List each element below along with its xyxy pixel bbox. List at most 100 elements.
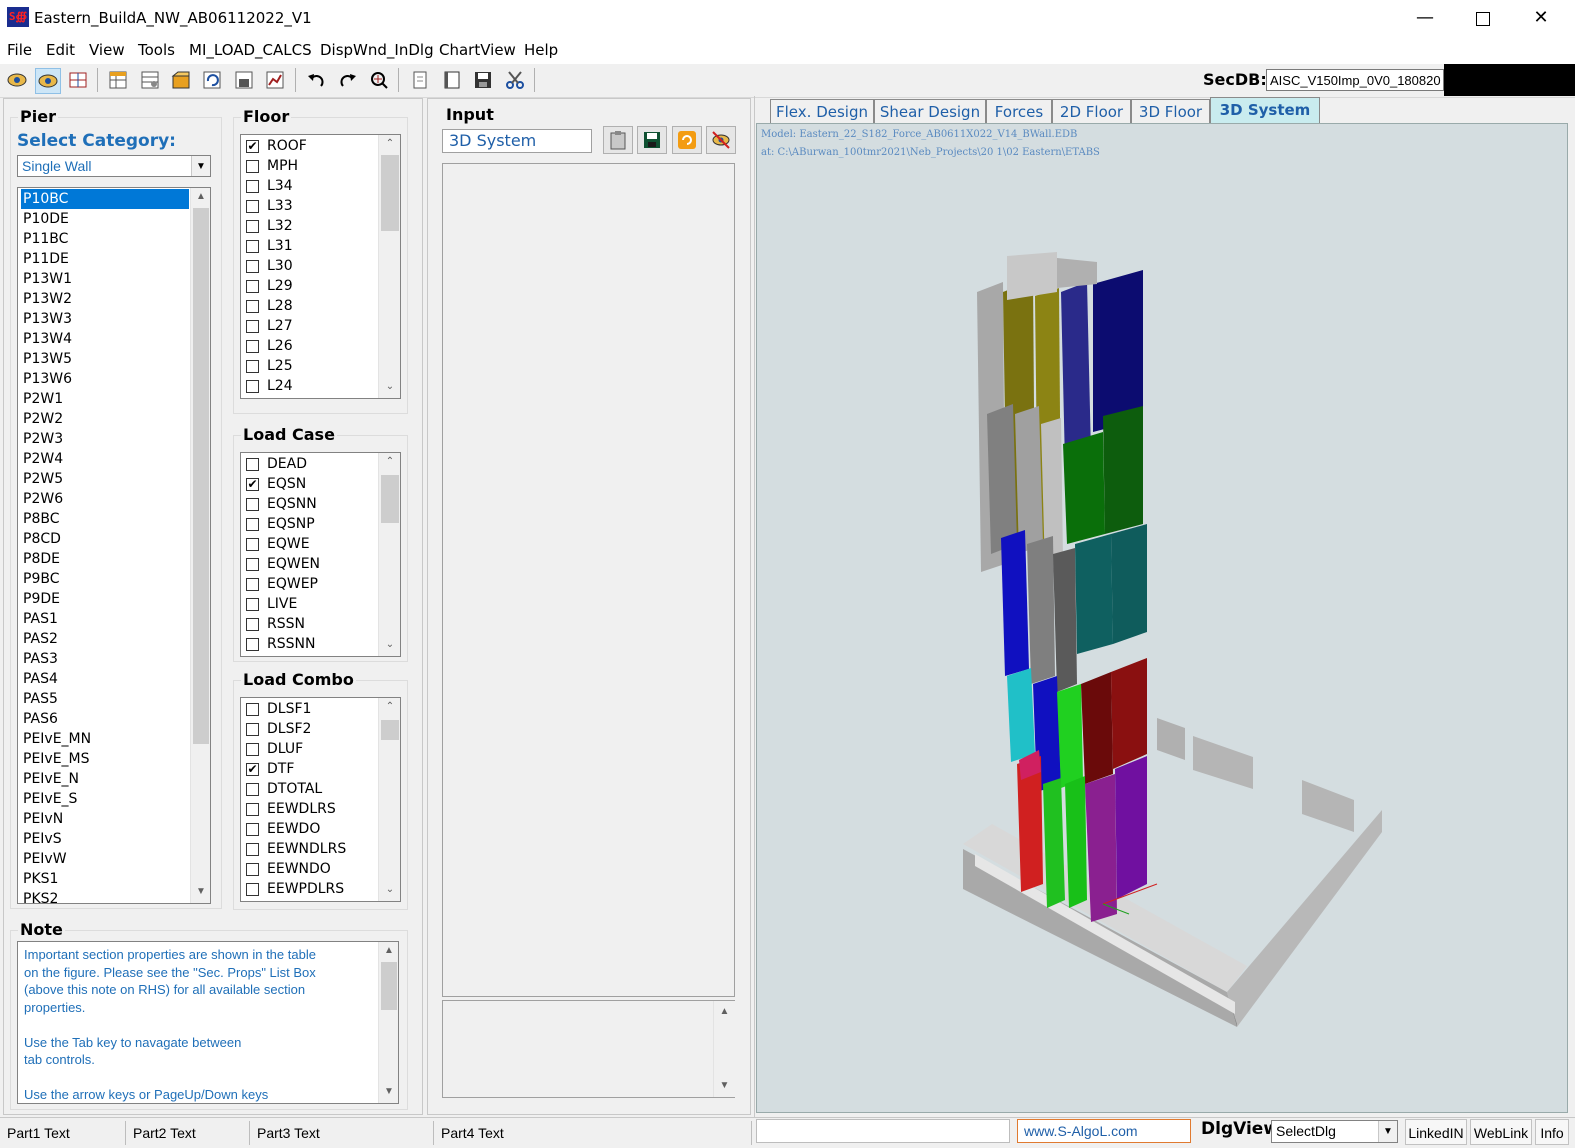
redo-button[interactable] <box>336 68 360 92</box>
pier-list-item[interactable]: P11DE <box>21 249 183 269</box>
scroll-up-icon[interactable]: ⌃ <box>379 453 400 471</box>
checkbox[interactable] <box>246 742 259 756</box>
load-combo-scrollbar[interactable]: ⌃ ⌄ <box>378 698 400 901</box>
pier-list-item[interactable]: P13W3 <box>21 309 183 329</box>
checkbox[interactable] <box>246 637 259 651</box>
checkbox[interactable]: ✔ <box>246 477 259 491</box>
pier-list-item[interactable]: P2W3 <box>21 429 183 449</box>
checkbox[interactable] <box>246 822 259 836</box>
checkbox[interactable] <box>246 239 259 253</box>
scroll-up-icon[interactable]: ⌃ <box>379 698 400 716</box>
info-button[interactable]: Info <box>1535 1119 1569 1145</box>
tab-3d-system[interactable]: 3D System <box>1210 97 1320 124</box>
checkbox[interactable] <box>246 517 259 531</box>
pier-list-item[interactable]: PAS5 <box>21 689 183 709</box>
pier-list-item[interactable]: PAS1 <box>21 609 183 629</box>
checkbox[interactable] <box>246 159 259 173</box>
floor-item[interactable]: ✔ ROOF <box>246 136 307 156</box>
page-button[interactable] <box>408 68 432 92</box>
floor-item[interactable]: MPH <box>246 156 298 176</box>
checkbox[interactable] <box>246 882 259 896</box>
floor-item[interactable]: L29 <box>246 276 293 296</box>
menu-tools[interactable]: Tools <box>138 41 175 59</box>
scroll-down-icon[interactable]: ⌄ <box>379 881 400 899</box>
save-button[interactable] <box>471 68 495 92</box>
checkbox[interactable] <box>246 782 259 796</box>
3d-view-canvas[interactable]: Model: Eastern_22_S182_Force_AB0611X022_… <box>756 123 1568 1113</box>
pier-list-item[interactable]: PEIvE_S <box>21 789 183 809</box>
scroll-down-icon[interactable]: ▼ <box>379 1083 398 1101</box>
input-field[interactable]: 3D System <box>442 129 592 153</box>
eye-active-button[interactable] <box>35 68 61 94</box>
grid-tool-button[interactable] <box>66 68 90 92</box>
checkbox[interactable] <box>246 842 259 856</box>
checkbox[interactable]: ✔ <box>246 139 259 153</box>
scroll-down-icon[interactable]: ▼ <box>714 1077 735 1095</box>
pier-list-item[interactable]: P8BC <box>21 509 183 529</box>
floor-item[interactable]: L24 <box>246 376 293 396</box>
floor-item[interactable]: L31 <box>246 236 293 256</box>
document-button[interactable] <box>440 68 464 92</box>
maximize-button[interactable] <box>1454 0 1512 36</box>
checkbox[interactable] <box>246 577 259 591</box>
menu-view[interactable]: View <box>89 41 125 59</box>
load-case-item[interactable]: RSSNN <box>246 634 315 654</box>
load-combo-item[interactable]: DLSF2 <box>246 719 311 739</box>
scroll-thumb[interactable] <box>381 962 397 1010</box>
tab-2d-floor[interactable]: 2D Floor <box>1052 99 1131 123</box>
dlgview-dropdown[interactable]: SelectDlg ▼ <box>1271 1120 1398 1143</box>
pier-list-item[interactable]: P2W5 <box>21 469 183 489</box>
load-combo-item[interactable]: DLUF <box>246 739 303 759</box>
load-case-scrollbar[interactable]: ⌃ ⌄ <box>378 453 400 656</box>
undo-button[interactable] <box>304 68 328 92</box>
load-combo-item[interactable]: DLSF1 <box>246 699 311 719</box>
pier-list-item[interactable]: PEIvE_N <box>21 769 183 789</box>
paste-button[interactable] <box>603 126 633 154</box>
checkbox[interactable] <box>246 279 259 293</box>
scroll-thumb[interactable] <box>381 155 399 231</box>
scroll-thumb[interactable] <box>193 208 209 744</box>
load-case-item[interactable]: RSSN <box>246 614 305 634</box>
load-combo-item[interactable]: EEWNDO <box>246 859 331 879</box>
load-case-item[interactable]: DEAD <box>246 454 307 474</box>
menu-file[interactable]: File <box>7 41 32 59</box>
close-button[interactable]: ✕ <box>1512 0 1570 36</box>
checkbox[interactable] <box>246 319 259 333</box>
load-combo-item[interactable]: ✔ DTF <box>246 759 294 779</box>
pier-scrollbar[interactable]: ▲ ▼ <box>190 188 210 903</box>
floor-item[interactable]: L28 <box>246 296 293 316</box>
input-content-area[interactable] <box>442 163 735 997</box>
pier-list-item[interactable]: P2W6 <box>21 489 183 509</box>
tab-flex-design[interactable]: Flex. Design <box>770 99 874 123</box>
refresh-table-button[interactable] <box>200 68 224 92</box>
pier-list-item[interactable]: P9BC <box>21 569 183 589</box>
tab-forces[interactable]: Forces <box>986 99 1052 123</box>
menu-mi-load-calcs[interactable]: MI_LOAD_CALCS <box>189 41 312 59</box>
website-link[interactable]: www.S-AlgoL.com <box>1017 1119 1191 1143</box>
zoom-button[interactable] <box>367 68 391 92</box>
open-box-button[interactable] <box>169 68 193 92</box>
checkbox[interactable] <box>246 379 259 393</box>
linkedin-button[interactable]: LinkedIN <box>1405 1119 1467 1145</box>
app-icon[interactable]: S∰ <box>7 7 29 27</box>
load-case-item[interactable]: EQSNP <box>246 514 315 534</box>
minimize-button[interactable]: — <box>1396 0 1454 36</box>
pier-list-item[interactable]: PAS2 <box>21 629 183 649</box>
checkbox[interactable] <box>246 597 259 611</box>
checkbox[interactable] <box>246 179 259 193</box>
checkbox[interactable] <box>246 702 259 716</box>
floor-item[interactable]: L26 <box>246 336 293 356</box>
chevron-down-icon[interactable]: ▼ <box>191 156 210 176</box>
chart-table-button[interactable] <box>263 68 287 92</box>
menu-edit[interactable]: Edit <box>46 41 75 59</box>
load-combo-listbox[interactable]: ⌃ ⌄ DLSF1 DLSF2 DLUF ✔ DTF DTOTAL EEWDLRS EEWDO… <box>240 697 401 902</box>
pier-list-item[interactable]: P13W1 <box>21 269 183 289</box>
load-case-item[interactable]: ✔ EQSN <box>246 474 306 494</box>
pier-list-item[interactable]: P13W4 <box>21 329 183 349</box>
checkbox[interactable] <box>246 299 259 313</box>
note-textbox[interactable]: Important section properties are shown i… <box>17 941 399 1104</box>
save-input-button[interactable] <box>637 126 667 154</box>
pier-list-item[interactable]: P2W1 <box>21 389 183 409</box>
hide-button[interactable] <box>706 126 736 154</box>
pier-list-item[interactable]: P10BC <box>21 189 189 209</box>
